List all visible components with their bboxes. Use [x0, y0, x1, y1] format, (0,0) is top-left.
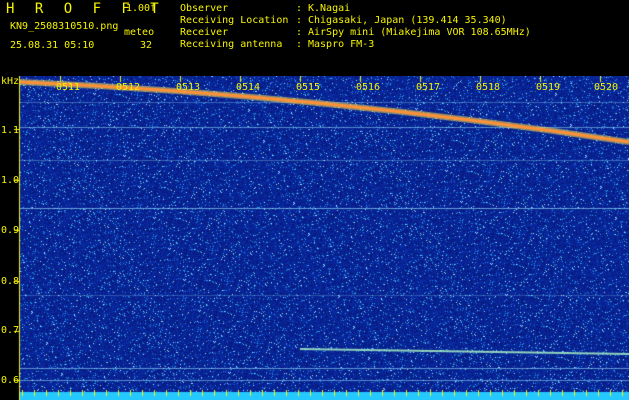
meta-value-location: Chigasaki, Japan (139.414 35.340) [308, 15, 507, 26]
time-tick-label: 0520 [594, 82, 619, 93]
meta-sep: : [296, 27, 303, 38]
y-tick-label: 0.7 [1, 325, 20, 336]
file-name: KN9_2508310510.png [10, 21, 119, 32]
meta-value-receiver: AirSpy mini (Miakejima VOR 108.65MHz) [308, 27, 531, 38]
meta-value-observer: K.Nagai [308, 3, 351, 14]
time-tick-label: 0516 [356, 82, 381, 93]
header-panel: H R O F F T 1.00f KN9_2508310510.png met… [0, 0, 629, 76]
y-axis-unit: kHz [1, 76, 20, 87]
meta-label-observer: Observer [180, 3, 229, 14]
meta-label-location: Receiving Location [180, 15, 289, 26]
time-tick-label: 0518 [476, 82, 501, 93]
time-tick-label: 0513 [176, 82, 201, 93]
meta-sep: : [296, 39, 303, 50]
app-version: 1.00f [126, 3, 157, 14]
y-tick-label: 0.9 [1, 225, 20, 236]
time-tick-label: 0512 [116, 82, 141, 93]
meta-sep: : [296, 3, 303, 14]
time-tick-label: 0519 [536, 82, 561, 93]
time-tick-label: 0511 [56, 82, 81, 93]
y-tick-label: 0.8 [1, 276, 20, 287]
y-tick-label: 1.0 [1, 175, 20, 186]
meta-value-antenna: Maspro FM-3 [308, 39, 375, 50]
meteor-count: 32 [140, 40, 153, 51]
meta-sep: : [296, 15, 303, 26]
time-tick-label: 0515 [296, 82, 321, 93]
meta-label-receiver: Receiver [180, 27, 229, 38]
time-tick-label: 0517 [416, 82, 441, 93]
y-tick-label: 0.6 [1, 375, 20, 386]
timestamp: 25.08.31 05:10 [10, 40, 95, 51]
meta-label-antenna: Receiving antenna [180, 39, 283, 50]
time-tick-label: 0514 [236, 82, 261, 93]
spectrogram-canvas [0, 76, 629, 400]
y-tick-label: 1.1 [1, 125, 20, 136]
meteor-label: meteo [124, 27, 155, 38]
